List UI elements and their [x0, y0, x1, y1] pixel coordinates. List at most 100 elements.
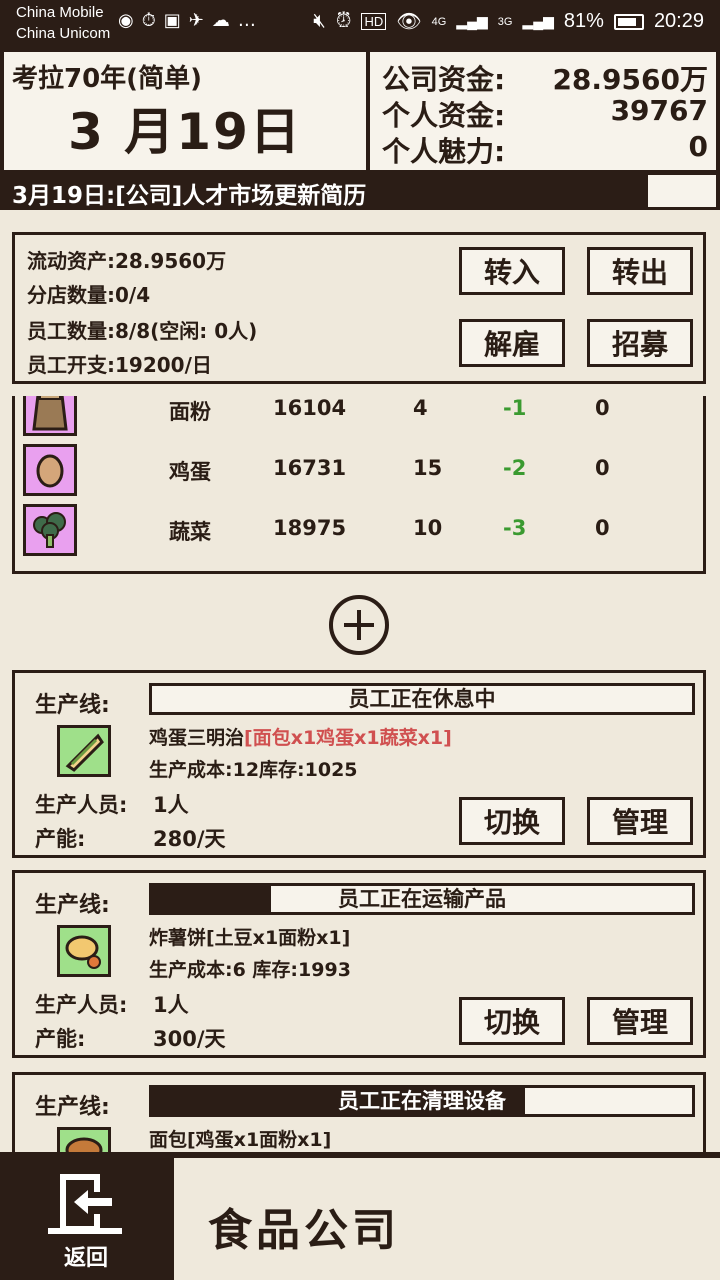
- back-label: 返回: [63, 1246, 108, 1271]
- system-icons: 🔇︎ ⏰︎ HD 👁︎ 4G ▂▄▆ 3G ▂▄▆ 81% 20:29: [313, 9, 704, 34]
- news-indicator: [648, 175, 716, 207]
- signal-bars-2-icon: ▂▄▆: [522, 13, 554, 29]
- title-area: 食品公司: [174, 1158, 720, 1280]
- hash-brown-icon: [57, 925, 111, 977]
- branch-count: 分店数量:0/4: [27, 283, 151, 307]
- inventory-row[interactable]: 蔬菜 18975 10 -3 0: [15, 500, 703, 560]
- broccoli-icon: [23, 504, 77, 556]
- item-qty: 10: [413, 516, 443, 540]
- status-text: 员工正在清理设备: [338, 1089, 506, 1113]
- cost-stock: 生产成本:12库存:1025: [149, 759, 358, 781]
- status-text: 员工正在运输产品: [338, 887, 506, 911]
- inventory-row[interactable]: 面粉 16104 4 -1 0: [15, 396, 703, 440]
- status-text: 员工正在休息中: [348, 687, 496, 711]
- item-name: 鸡蛋: [169, 460, 211, 484]
- production-line-label: 生产线:: [35, 1095, 110, 1120]
- capacity-value: 280/天: [153, 827, 226, 851]
- exit-door-icon: [48, 1174, 122, 1234]
- staff-label: 生产人员:: [35, 993, 128, 1017]
- item-extra: 0: [595, 516, 610, 540]
- inventory-list[interactable]: 面粉 16104 4 -1 0 鸡蛋 16731 15 -2 0 蔬菜 1897…: [12, 396, 706, 574]
- signal-bars-icon: ▂▄▆: [456, 13, 488, 29]
- transfer-in-button[interactable]: 转入: [459, 247, 565, 295]
- battery-percent: 81%: [563, 10, 604, 32]
- capacity-label: 产能:: [35, 827, 86, 851]
- carrier-2: China Unicom: [16, 25, 111, 42]
- charm-value: 0: [688, 130, 708, 163]
- news-text: 3月19日:[公司]人才市场更新简历: [12, 183, 367, 209]
- product-recipe: 鸡蛋三明治[面包x1鸡蛋x1蔬菜x1]: [149, 723, 452, 750]
- sandwich-icon: [57, 725, 111, 777]
- personal-funds-value: 39767: [610, 94, 708, 127]
- capacity-value: 300/天: [153, 1027, 226, 1051]
- item-stock: 16104: [273, 396, 347, 420]
- inventory-row[interactable]: 鸡蛋 16731 15 -2 0: [15, 440, 703, 500]
- fire-button[interactable]: 解雇: [459, 319, 565, 367]
- production-line-label: 生产线:: [35, 693, 110, 718]
- item-stock: 18975: [273, 516, 347, 540]
- product-recipe: 面包[鸡蛋x1面粉x1]: [149, 1129, 332, 1151]
- production-status-bar: 员工正在休息中: [149, 683, 695, 715]
- capacity-label: 产能:: [35, 1027, 86, 1051]
- product-name: 鸡蛋三明治: [149, 727, 245, 749]
- signal-4g-icon: 4G: [431, 15, 447, 28]
- era-label: 考拉70年(简单): [12, 64, 202, 94]
- weather-icon: ☁: [211, 10, 230, 31]
- carrier-1: China Mobile: [16, 4, 104, 21]
- production-line-label: 生产线:: [35, 893, 110, 918]
- staff-value: 1人: [153, 993, 189, 1017]
- bottom-bar: 返回 食品公司: [0, 1152, 720, 1280]
- system-status-bar: China Mobile China Unicom ◉ ⏱ ▣ ✈ ☁ … 🔇︎…: [0, 0, 720, 48]
- company-funds-value: 28.9560万: [552, 63, 708, 96]
- company-funds-row: 公司资金: 28.9560万: [382, 58, 708, 98]
- staff-label: 生产人员:: [35, 793, 128, 817]
- item-stock: 16731: [273, 456, 347, 480]
- more-icon: …: [237, 10, 256, 31]
- company-funds-label: 公司资金:: [382, 63, 506, 96]
- switch-button[interactable]: 切换: [459, 797, 565, 845]
- staff-value: 1人: [153, 793, 189, 817]
- item-delta: -1: [503, 396, 527, 420]
- employee-expense: 员工开支:19200/日: [27, 353, 212, 377]
- news-ticker[interactable]: 3月19日:[公司]人才市场更新简历: [0, 172, 720, 210]
- hire-button[interactable]: 招募: [587, 319, 693, 367]
- item-delta: -2: [503, 456, 527, 480]
- production-line-card: 生产线: 员工正在清理设备 面包[鸡蛋x1面粉x1]: [12, 1072, 706, 1160]
- company-assets-panel: 流动资产:28.9560万 分店数量:0/4 员工数量:8/8(空闲: 0人) …: [12, 232, 706, 384]
- manage-button[interactable]: 管理: [587, 997, 693, 1045]
- cost-stock: 生产成本:6 库存:1993: [149, 959, 351, 981]
- recipe-ingredients: [面包x1鸡蛋x1蔬菜x1]: [244, 727, 452, 749]
- transfer-out-button[interactable]: 转出: [587, 247, 693, 295]
- production-status-bar: 员工正在清理设备: [149, 1085, 695, 1117]
- production-line-card: 生产线: 员工正在运输产品 炸薯饼[土豆x1面粉x1] 生产成本:6 库存:19…: [12, 870, 706, 1058]
- charm-row: 个人魅力: 0: [382, 130, 708, 170]
- back-button[interactable]: 返回: [0, 1152, 172, 1280]
- flour-sack-icon: [23, 396, 77, 436]
- hd-icon: HD: [361, 13, 387, 30]
- item-qty: 15: [413, 456, 443, 480]
- funds-panel: 公司资金: 28.9560万 个人资金: 39767 个人魅力: 0: [370, 52, 716, 170]
- current-date: 3 月19日: [68, 103, 302, 161]
- manage-button[interactable]: 管理: [587, 797, 693, 845]
- eye-icon: 👁︎: [396, 11, 422, 33]
- page-title: 食品公司: [208, 1205, 400, 1256]
- switch-button[interactable]: 切换: [459, 997, 565, 1045]
- alarm-icon: ⏰︎: [335, 10, 352, 32]
- add-production-line-button[interactable]: [329, 595, 389, 655]
- production-line-card: 生产线: 员工正在休息中 鸡蛋三明治[面包x1鸡蛋x1蔬菜x1] 生产成本:12…: [12, 670, 706, 858]
- employee-count: 员工数量:8/8(空闲: 0人): [27, 319, 258, 343]
- liquid-assets: 流动资产:28.9560万: [27, 249, 227, 273]
- timer-icon: ⏱: [141, 10, 156, 31]
- date-panel: 考拉70年(简单) 3 月19日: [4, 52, 366, 170]
- charm-label: 个人魅力:: [382, 135, 506, 168]
- wechat-icon: ◉: [118, 10, 134, 31]
- notification-icons: ◉ ⏱ ▣ ✈ ☁ …: [118, 10, 256, 31]
- telegram-icon: ✈: [188, 10, 204, 31]
- mute-icon: 🔇︎: [313, 10, 326, 32]
- item-name: 蔬菜: [169, 520, 211, 544]
- app-icon: ▣: [163, 10, 181, 31]
- production-status-bar: 员工正在运输产品: [149, 883, 695, 915]
- item-name: 面粉: [169, 400, 211, 424]
- item-qty: 4: [413, 396, 428, 420]
- personal-funds-row: 个人资金: 39767: [382, 94, 708, 134]
